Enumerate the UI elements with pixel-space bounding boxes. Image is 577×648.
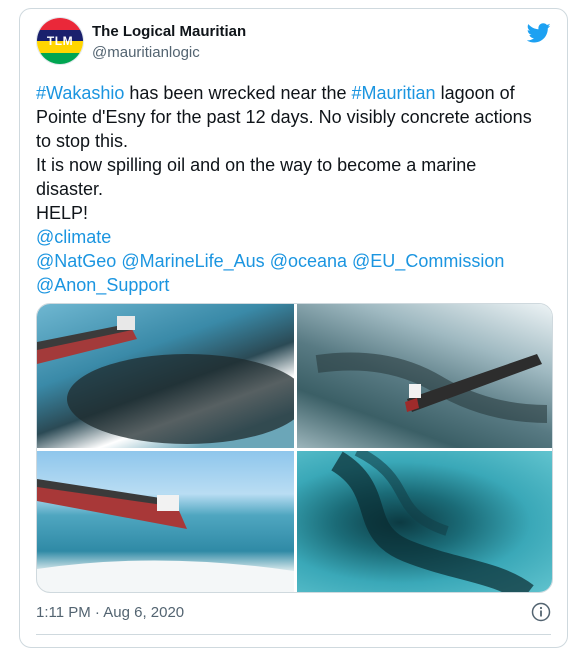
avatar[interactable]: TLM xyxy=(36,17,84,65)
info-icon[interactable] xyxy=(531,602,551,622)
mention-natgeo[interactable]: @NatGeo xyxy=(36,251,116,271)
photo-ship-aerial-1[interactable] xyxy=(297,304,552,448)
mention-anon-support[interactable]: @Anon_Support xyxy=(36,275,169,295)
ship-illustration xyxy=(37,479,294,592)
hashtag-mauritian[interactable]: #Mauritian xyxy=(352,83,436,103)
ship-illustration xyxy=(315,352,548,423)
twitter-bird-icon[interactable] xyxy=(527,21,551,45)
mention-eu-commission[interactable]: @EU_Commission xyxy=(352,251,504,271)
display-name[interactable]: The Logical Mauritian xyxy=(92,23,246,40)
avatar-stripe-green xyxy=(37,52,83,64)
tweet-timestamp[interactable]: 1:11 PM · Aug 6, 2020 xyxy=(36,604,184,621)
hashtag-wakashio[interactable]: #Wakashio xyxy=(36,83,124,103)
tweet-text-part: has been wrecked near the xyxy=(124,83,352,103)
ship-illustration xyxy=(37,316,294,444)
tweet-text-part: lagoon of Pointe d'Esny for the past 12 … xyxy=(36,83,532,223)
tweet-text: #Wakashio has been wrecked near the #Mau… xyxy=(36,81,556,297)
oil-slick-illustration xyxy=(330,451,534,592)
user-handle[interactable]: @mauritianlogic xyxy=(92,44,200,61)
photo-oil-lagoon-aerial[interactable] xyxy=(297,451,552,592)
tweet-header: TLM The Logical Mauritian @mauritianlogi… xyxy=(36,17,551,73)
photo-ship-broadside[interactable] xyxy=(37,451,294,592)
photo-ship-oil-slick-1[interactable] xyxy=(37,304,294,448)
tweet-card[interactable]: TLM The Logical Mauritian @mauritianlogi… xyxy=(19,8,568,648)
mention-oceana[interactable]: @oceana xyxy=(270,251,347,271)
mention-marinelife[interactable]: @MarineLife_Aus xyxy=(121,251,264,271)
avatar-logo-text: TLM xyxy=(46,34,74,48)
media-grid xyxy=(36,303,553,593)
avatar-stripe-red xyxy=(37,18,83,30)
mention-climate[interactable]: @climate xyxy=(36,227,111,247)
